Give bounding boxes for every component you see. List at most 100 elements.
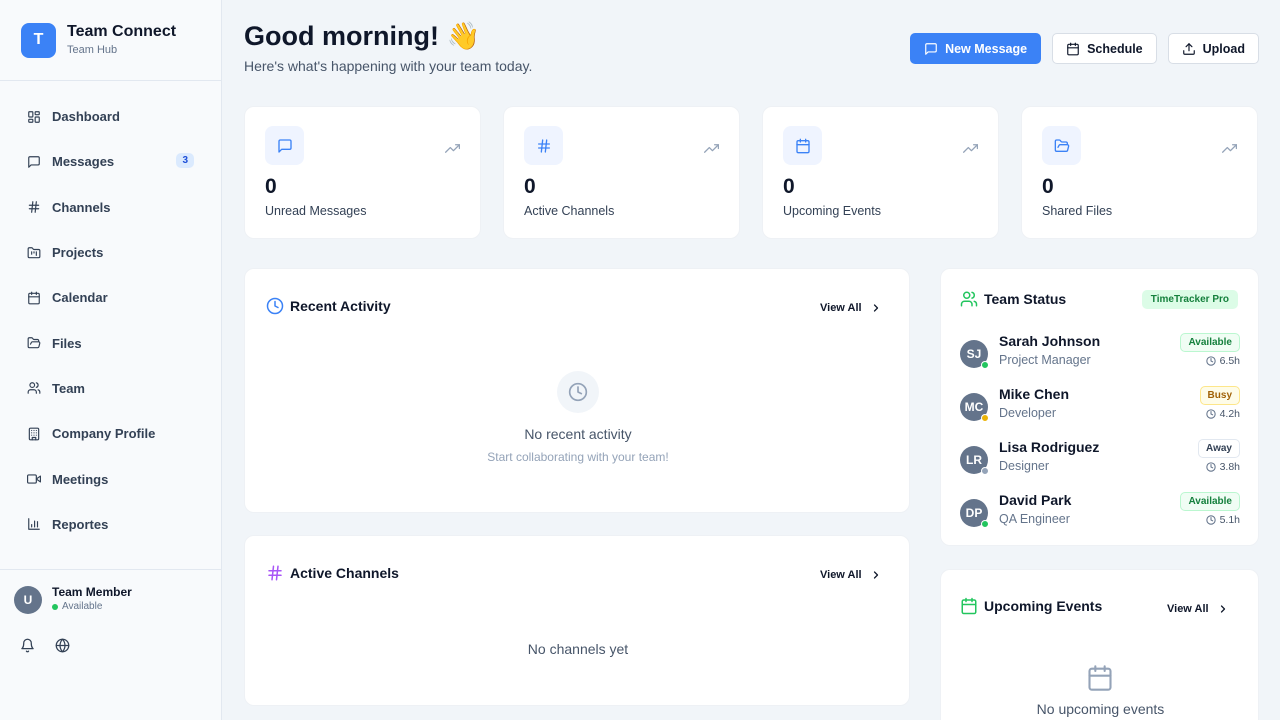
empty-state-title: No upcoming events: [1036, 701, 1165, 717]
calendar-icon: [28, 291, 40, 305]
sidebar: T Team Connect Team Hub Dashboard Messag…: [0, 0, 222, 720]
upcoming-events-panel: Upcoming Events View All No upcoming eve…: [940, 569, 1259, 720]
member-hours: 6.5h: [1205, 355, 1240, 367]
sidebar-item-messages[interactable]: Messages 3: [14, 139, 208, 184]
status-badge: Away: [1198, 439, 1240, 458]
sidebar-item-projects[interactable]: Projects: [14, 230, 208, 275]
stat-icon: [783, 126, 822, 165]
view-all-channels-link[interactable]: View All: [820, 569, 882, 581]
timetracker-badge: TimeTracker Pro: [1141, 290, 1238, 309]
sidebar-item-label: Channels: [52, 199, 111, 215]
view-all-events-link[interactable]: View All: [1167, 603, 1229, 615]
sidebar-item-team[interactable]: Team: [14, 366, 208, 411]
user-status-label: Available: [62, 601, 103, 612]
panel-header: Team Status: [960, 290, 1066, 308]
folder-icon: [1054, 138, 1069, 152]
user-status: Available: [52, 600, 132, 614]
member-hours-value: 4.2h: [1219, 408, 1240, 420]
view-all-activity-link[interactable]: View All: [820, 302, 882, 314]
sidebar-tools: [20, 638, 70, 653]
dashboard-icon: [28, 110, 40, 123]
user-name: Team Member: [52, 585, 132, 599]
sidebar-item-channels[interactable]: Channels: [14, 185, 208, 230]
users-icon: [27, 382, 41, 395]
hash-icon: [28, 201, 40, 214]
globe-icon[interactable]: [55, 638, 70, 653]
brand[interactable]: T Team Connect Team Hub: [21, 22, 176, 58]
panel-header: Recent Activity: [266, 297, 391, 315]
status-dot: [52, 604, 58, 610]
calendar-icon: [1088, 665, 1112, 691]
clock-icon: [1205, 462, 1216, 472]
stat-label: Unread Messages: [265, 204, 367, 218]
member-role: Project Manager: [999, 353, 1091, 367]
sidebar-item-meetings[interactable]: Meetings: [14, 456, 208, 501]
bar-chart-icon: [28, 518, 40, 531]
stat-card-active-channels[interactable]: 0 Active Channels: [503, 106, 740, 239]
stat-card-shared-files[interactable]: 0 Shared Files: [1021, 106, 1258, 239]
member-hours-value: 6.5h: [1219, 355, 1240, 367]
message-icon: [28, 156, 40, 168]
team-member-row[interactable]: DP David Park QA Engineer Available 5.1h: [960, 492, 1240, 536]
recent-activity-panel: Recent Activity View All No recent activ…: [244, 268, 910, 513]
member-name: David Park: [999, 492, 1072, 508]
member-hours-value: 5.1h: [1219, 514, 1240, 526]
team-member-row[interactable]: MC Mike Chen Developer Busy 4.2h: [960, 386, 1240, 430]
new-message-button[interactable]: New Message: [910, 33, 1042, 64]
stat-icon: [1042, 126, 1081, 165]
clock-icon: [266, 297, 284, 315]
sidebar-item-calendar[interactable]: Calendar: [14, 275, 208, 320]
sidebar-item-dashboard[interactable]: Dashboard: [14, 94, 208, 139]
bell-icon[interactable]: [20, 638, 35, 653]
upload-label: Upload: [1202, 41, 1245, 56]
status-badge: Available: [1180, 333, 1240, 352]
calendar-icon: [795, 138, 810, 153]
current-user[interactable]: U Team Member Available: [14, 585, 132, 614]
brand-subtitle: Team Hub: [67, 44, 118, 56]
sidebar-item-label: Team: [52, 380, 85, 396]
active-channels-panel: Active Channels View All No channels yet: [244, 535, 910, 706]
divider: [0, 80, 222, 81]
clock-icon: [1205, 515, 1216, 525]
brand-logo: T: [21, 22, 56, 58]
page-title: Good morning! 👋: [244, 21, 481, 51]
sidebar-item-company-profile[interactable]: Company Profile: [14, 411, 208, 456]
calendar-icon: [1067, 42, 1079, 55]
avatar: U: [14, 585, 42, 614]
team-member-row[interactable]: SJ Sarah Johnson Project Manager Availab…: [960, 333, 1240, 377]
stat-icon: [265, 126, 304, 165]
sidebar-item-label: Dashboard: [52, 109, 120, 125]
video-icon: [27, 474, 41, 484]
view-all-label: View All: [1167, 603, 1209, 615]
member-hours: 5.1h: [1205, 514, 1240, 526]
status-badge: Available: [1180, 492, 1240, 511]
upload-button[interactable]: Upload: [1167, 33, 1259, 64]
schedule-button[interactable]: Schedule: [1052, 33, 1157, 64]
stat-value: 0: [265, 175, 277, 198]
stat-label: Upcoming Events: [783, 204, 881, 218]
chevron-right-icon: [873, 304, 878, 312]
empty-state-icon: [557, 371, 599, 413]
stat-label: Active Channels: [524, 204, 615, 218]
clock-icon: [1205, 356, 1216, 366]
sidebar-item-label: Projects: [52, 245, 104, 261]
stat-icon: [524, 126, 563, 165]
message-icon: [277, 138, 292, 153]
trending-up-icon: [704, 144, 719, 153]
divider: [0, 569, 222, 570]
trending-up-icon: [445, 144, 460, 153]
folder-icon: [27, 337, 41, 349]
panel-header: Active Channels: [266, 564, 399, 582]
hash-icon: [268, 565, 282, 581]
header-actions: New Message Schedule Upload: [910, 33, 1259, 64]
member-role: Developer: [999, 406, 1056, 420]
sidebar-item-files[interactable]: Files: [14, 320, 208, 365]
member-role: Designer: [999, 459, 1050, 473]
sidebar-item-reportes[interactable]: Reportes: [14, 502, 208, 547]
stat-card-upcoming-events[interactable]: 0 Upcoming Events: [762, 106, 999, 239]
stat-card-unread-messages[interactable]: 0 Unread Messages: [244, 106, 481, 239]
schedule-label: Schedule: [1087, 41, 1143, 56]
status-dot: [981, 361, 989, 369]
sidebar-item-label: Company Profile: [52, 426, 156, 442]
team-member-row[interactable]: LR Lisa Rodriguez Designer Away 3.8h: [960, 439, 1240, 483]
